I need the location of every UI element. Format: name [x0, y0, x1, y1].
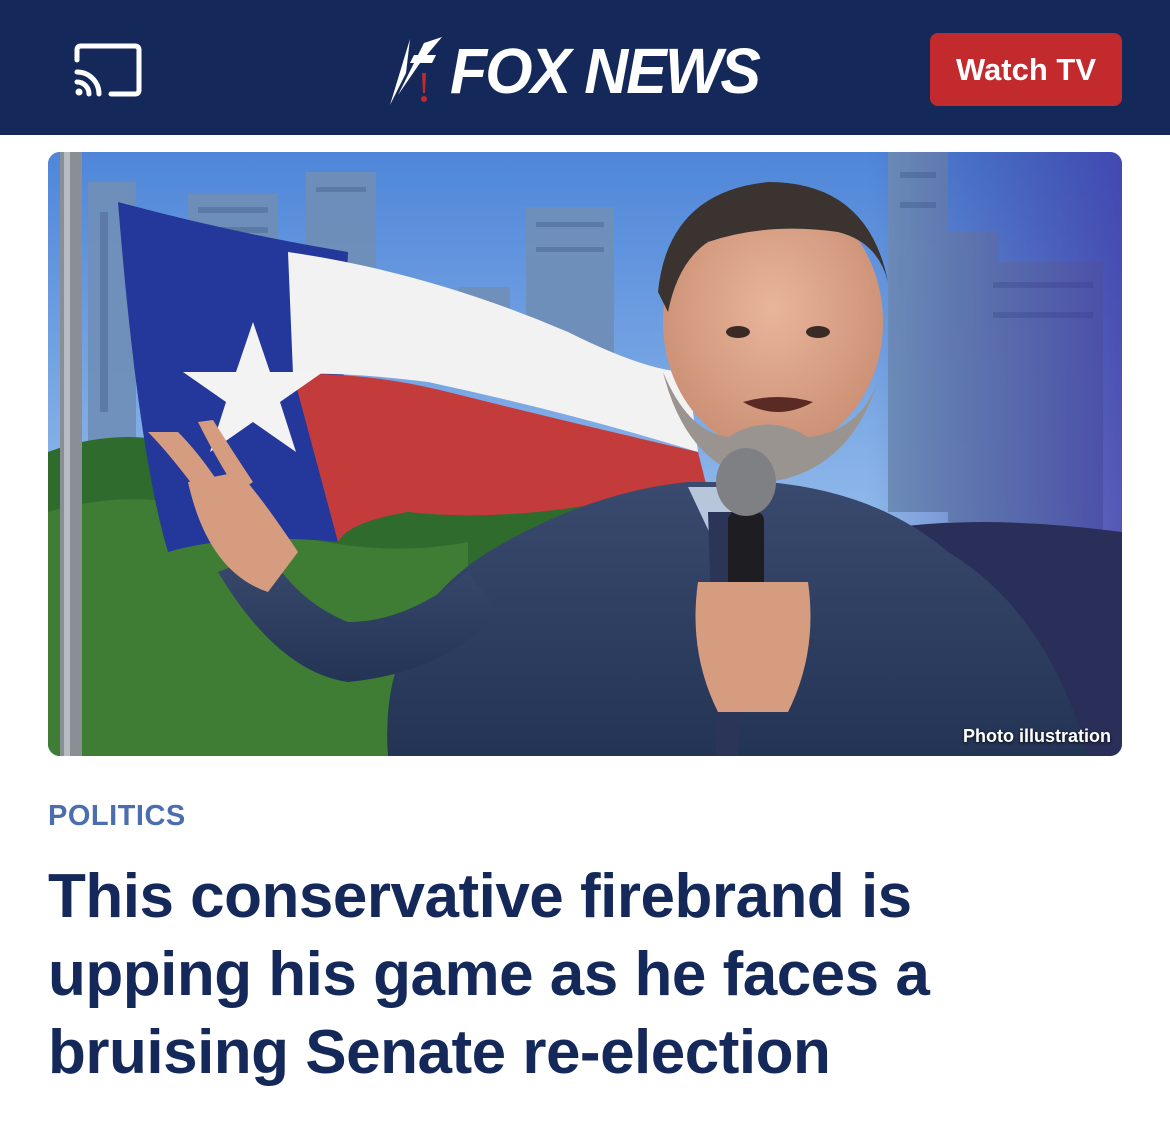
watch-tv-button[interactable]: Watch TV	[930, 33, 1122, 106]
photo-caption: Photo illustration	[963, 726, 1111, 746]
category-link[interactable]: POLITICS	[48, 800, 186, 833]
fox-logo-mark-icon	[390, 37, 442, 105]
fox-news-logo[interactable]: FOX NEWS	[384, 33, 784, 108]
hero-photo	[48, 152, 1122, 756]
logo-wordmark: FOX NEWS	[450, 34, 761, 107]
cast-icon[interactable]	[73, 42, 143, 98]
article-headline[interactable]: This conservative firebrand is upping hi…	[48, 858, 1128, 1092]
hero-image[interactable]: Photo illustration	[48, 152, 1122, 756]
top-header: FOX NEWS Watch TV	[0, 0, 1170, 135]
